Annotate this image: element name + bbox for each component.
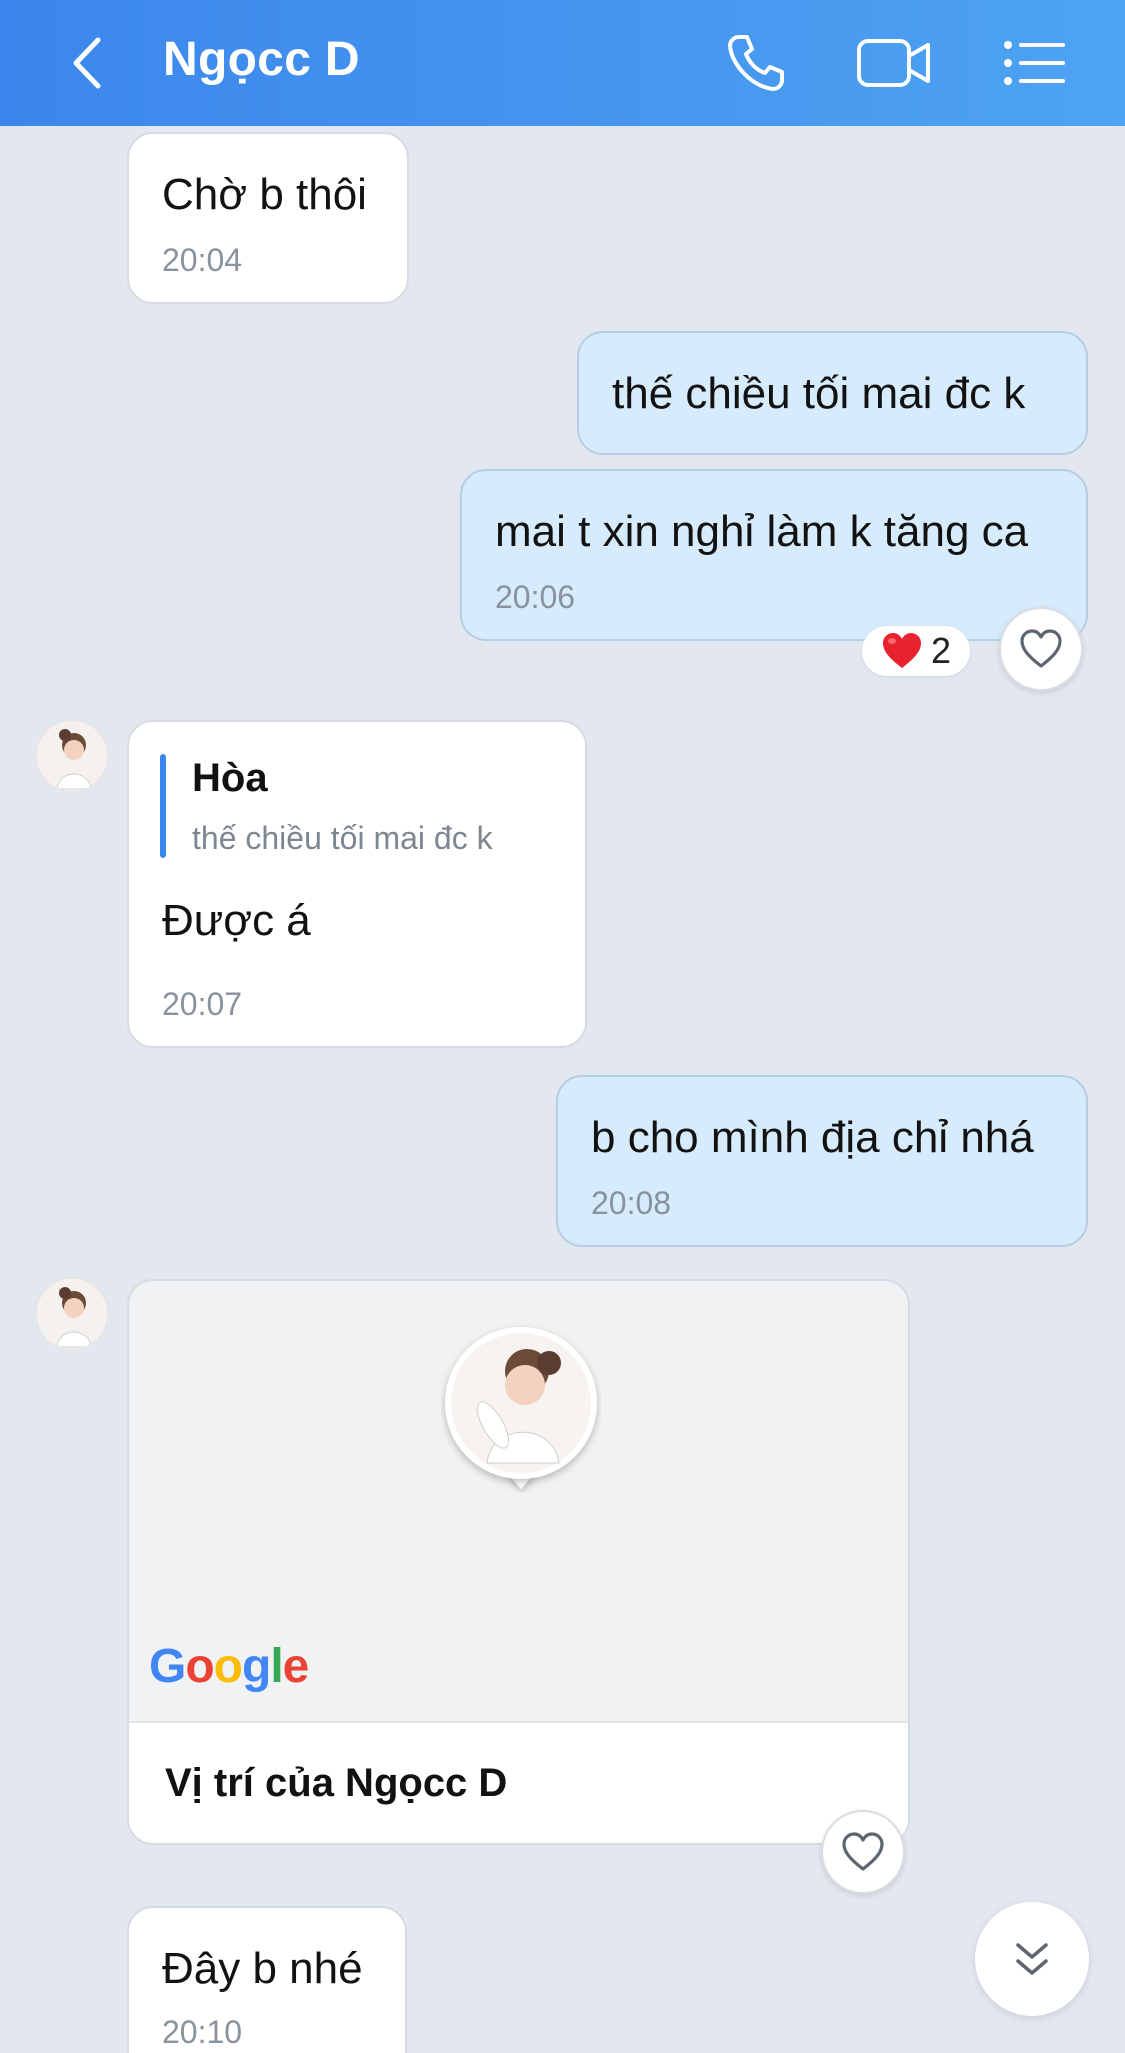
location-title: Vị trí của Ngọcc D: [165, 1761, 508, 1805]
contact-avatar[interactable]: [35, 1277, 109, 1351]
message-text: Chờ b thôi: [162, 170, 367, 219]
message-time: 20:06: [495, 579, 576, 615]
location-message-card[interactable]: Google Vị trí của Ngọcc D: [127, 1279, 910, 1845]
back-button[interactable]: [62, 30, 112, 96]
message-text: Đây b nhé: [162, 1944, 363, 1993]
video-camera-icon: [857, 39, 930, 87]
message-time: 20:08: [591, 1185, 672, 1221]
avatar-image: [37, 721, 107, 791]
message-text: Được á: [162, 896, 311, 945]
map-pin-avatar-icon: [445, 1327, 597, 1489]
reaction-count: 2: [930, 630, 952, 671]
chevron-left-icon: [73, 37, 101, 89]
heart-emoji-icon: [882, 633, 921, 668]
heart-outline-icon: [842, 1832, 884, 1871]
react-button[interactable]: [821, 1810, 905, 1894]
location-footer: Vị trí của Ngọcc D: [129, 1721, 908, 1843]
phone-icon: [728, 35, 784, 91]
message-time: 20:10: [162, 2014, 243, 2050]
location-pin: [441, 1323, 601, 1499]
message-text: thế chiều tối mai đc k: [612, 369, 1026, 418]
call-button[interactable]: [718, 28, 794, 98]
list-menu-icon: [1004, 41, 1065, 85]
scroll-to-bottom-button[interactable]: [975, 1902, 1089, 2016]
reply-quote-bar: [160, 754, 166, 858]
contact-name[interactable]: Ngọcc D: [163, 32, 360, 87]
avatar-image: [37, 1279, 107, 1349]
reply-quoted-text: thế chiều tối mai đc k: [192, 820, 493, 856]
message-text: mai t xin nghỉ làm k tăng ca: [495, 507, 1029, 556]
message-text: b cho mình địa chỉ nhá: [591, 1113, 1034, 1162]
double-chevron-down-icon: [1016, 1943, 1048, 1975]
contact-avatar[interactable]: [35, 719, 109, 793]
message-time: 20:04: [162, 242, 243, 278]
chat-header: Ngọcc D: [0, 0, 1125, 126]
menu-button[interactable]: [996, 28, 1072, 98]
google-logo: Google: [149, 1640, 309, 1693]
react-button[interactable]: [999, 607, 1083, 691]
reaction-summary[interactable]: 2: [862, 626, 970, 676]
reply-author: Hòa: [192, 756, 268, 800]
video-call-button[interactable]: [856, 28, 932, 98]
heart-outline-icon: [1020, 629, 1062, 668]
message-time: 20:07: [162, 986, 243, 1022]
